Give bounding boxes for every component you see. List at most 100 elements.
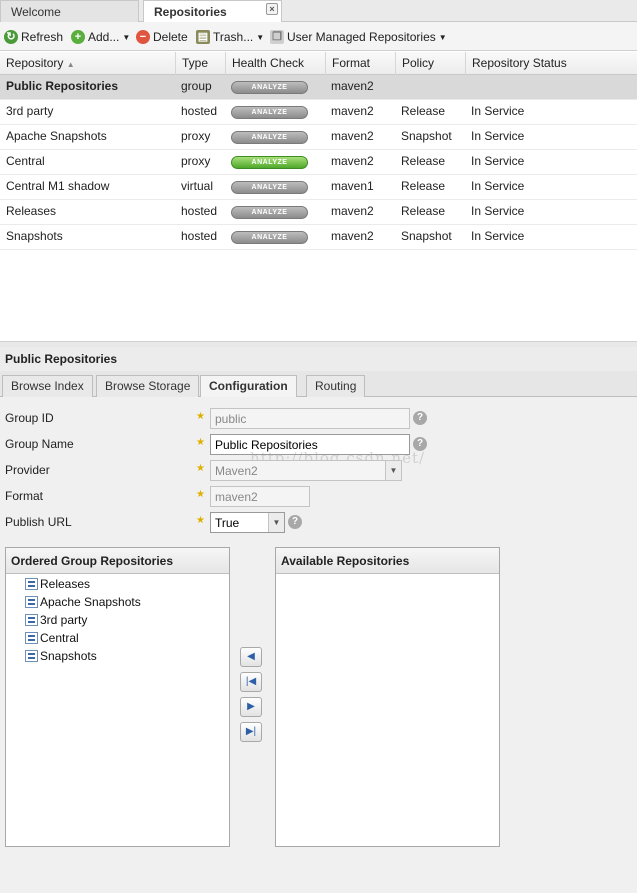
trash-label: Trash... (213, 30, 254, 44)
table-row[interactable]: Central proxy ANALYZE maven2 Release In … (0, 150, 637, 175)
repository-name: Releases (6, 204, 57, 218)
chevron-down-icon[interactable]: ▼ (385, 461, 401, 480)
column-header-format[interactable]: Format (326, 52, 396, 75)
analyze-button[interactable]: ANALYZE (231, 206, 308, 219)
repository-policy: Snapshot (401, 229, 452, 243)
repository-policy: Release (401, 154, 446, 168)
detail-panel-title: Public Repositories (0, 347, 637, 371)
tab-configuration[interactable]: Configuration (200, 375, 297, 398)
tab-browse-index-label: Browse Index (11, 379, 84, 393)
repository-type: virtual (181, 179, 214, 193)
repository-status: In Service (471, 204, 525, 218)
repositories-grid-body: Public Repositories group ANALYZE maven2… (0, 75, 637, 250)
trash-button[interactable]: ▤ Trash... ▼ (196, 28, 264, 46)
repository-format: maven2 (331, 229, 374, 243)
move-all-left-button[interactable]: |◀ (240, 672, 262, 692)
repository-format: maven2 (331, 79, 374, 93)
list-item-label: Snapshots (40, 649, 97, 663)
analyze-button[interactable]: ANALYZE (231, 106, 308, 119)
tab-browse-storage[interactable]: Browse Storage (96, 375, 200, 397)
tab-browse-storage-label: Browse Storage (105, 379, 191, 393)
repository-status: In Service (471, 179, 525, 193)
delete-icon: − (136, 30, 150, 44)
move-left-button[interactable]: ◀ (240, 647, 262, 667)
group-id-label: Group ID (5, 411, 54, 425)
ordered-group-repositories-list: Ordered Group Repositories Releases Apac… (5, 547, 230, 847)
repository-type: proxy (181, 154, 211, 168)
arrow-first-icon: |◀ (245, 676, 257, 687)
tab-configuration-label: Configuration (209, 379, 288, 393)
table-row[interactable]: Public Repositories group ANALYZE maven2 (0, 75, 637, 100)
repository-format: maven1 (331, 179, 374, 193)
list-item-label: Central (40, 631, 79, 645)
required-star-icon: ★ (196, 437, 205, 448)
tab-welcome[interactable]: Welcome (0, 0, 139, 22)
list-item[interactable]: Releases (6, 575, 229, 593)
column-header-type[interactable]: Type (176, 52, 226, 75)
add-icon: + (71, 30, 85, 44)
repository-name: Apache Snapshots (6, 129, 107, 143)
arrow-last-icon: ▶| (245, 726, 257, 737)
column-header-health-check[interactable]: Health Check (226, 52, 326, 75)
repository-icon (25, 596, 38, 608)
repository-type: group (181, 79, 212, 93)
refresh-button[interactable]: ↻ Refresh (4, 28, 63, 46)
list-item[interactable]: 3rd party (6, 611, 229, 629)
analyze-button[interactable]: ANALYZE (231, 131, 308, 144)
table-row[interactable]: 3rd party hosted ANALYZE maven2 Release … (0, 100, 637, 125)
move-all-right-button[interactable]: ▶| (240, 722, 262, 742)
tab-browse-index[interactable]: Browse Index (2, 375, 93, 397)
format-field[interactable]: maven2 (210, 486, 310, 507)
repository-type: hosted (181, 229, 218, 243)
column-header-format-label: Format (332, 56, 371, 70)
column-header-status-label: Repository Status (472, 56, 567, 70)
help-icon[interactable]: ? (413, 411, 427, 425)
detail-tab-bar: Browse Index Browse Storage Configuratio… (0, 371, 637, 398)
ordered-list-title: Ordered Group Repositories (6, 548, 229, 574)
table-row[interactable]: Releases hosted ANALYZE maven2 Release I… (0, 200, 637, 225)
repository-name: Public Repositories (6, 79, 119, 93)
list-item[interactable]: Snapshots (6, 647, 229, 665)
provider-label: Provider (5, 463, 50, 477)
list-item-label: Apache Snapshots (40, 595, 141, 609)
tab-welcome-label: Welcome (11, 5, 61, 19)
list-item-label: 3rd party (40, 613, 88, 627)
chevron-down-icon[interactable]: ▼ (268, 513, 284, 532)
group-id-field[interactable]: public (210, 408, 410, 429)
available-repositories-list: Available Repositories (275, 547, 500, 847)
close-icon[interactable]: × (266, 3, 278, 15)
tab-repositories[interactable]: Repositories × (143, 0, 282, 23)
add-button[interactable]: + Add... ▼ (71, 28, 130, 46)
repository-format: maven2 (331, 129, 374, 143)
trash-icon: ▤ (196, 30, 210, 44)
analyze-button[interactable]: ANALYZE (231, 231, 308, 244)
help-icon[interactable]: ? (288, 515, 302, 529)
table-row[interactable]: Apache Snapshots proxy ANALYZE maven2 Sn… (0, 125, 637, 150)
tab-routing[interactable]: Routing (306, 375, 366, 397)
delete-label: Delete (153, 30, 188, 44)
delete-button[interactable]: − Delete (136, 28, 188, 46)
table-row[interactable]: Snapshots hosted ANALYZE maven2 Snapshot… (0, 225, 637, 250)
required-star-icon: ★ (196, 489, 205, 500)
column-header-policy-label: Policy (402, 56, 435, 70)
column-header-repository-status[interactable]: Repository Status (466, 52, 637, 75)
table-row[interactable]: Central M1 shadow virtual ANALYZE maven1… (0, 175, 637, 200)
refresh-label: Refresh (21, 30, 64, 44)
add-label: Add... (88, 30, 120, 44)
analyze-button[interactable]: ANALYZE (231, 181, 308, 194)
repository-icon (25, 578, 38, 590)
repository-policy: Release (401, 204, 446, 218)
publish-url-label: Publish URL (5, 515, 72, 529)
repositories-grid-header: Repository ▲ Type Health Check Format Po… (0, 52, 637, 75)
publish-url-select[interactable]: True ▼ (210, 512, 285, 533)
provider-select[interactable]: Maven2 ▼ (210, 460, 402, 481)
user-managed-repositories-button[interactable]: ❐ User Managed Repositories ▼ (270, 28, 447, 46)
list-item[interactable]: Apache Snapshots (6, 593, 229, 611)
column-header-policy[interactable]: Policy (396, 52, 466, 75)
column-header-repository[interactable]: Repository ▲ (0, 52, 176, 75)
repository-name: Central (6, 154, 45, 168)
analyze-button[interactable]: ANALYZE (231, 81, 308, 94)
list-item[interactable]: Central (6, 629, 229, 647)
move-right-button[interactable]: ▶ (240, 697, 262, 717)
analyze-button[interactable]: ANALYZE (231, 156, 308, 169)
